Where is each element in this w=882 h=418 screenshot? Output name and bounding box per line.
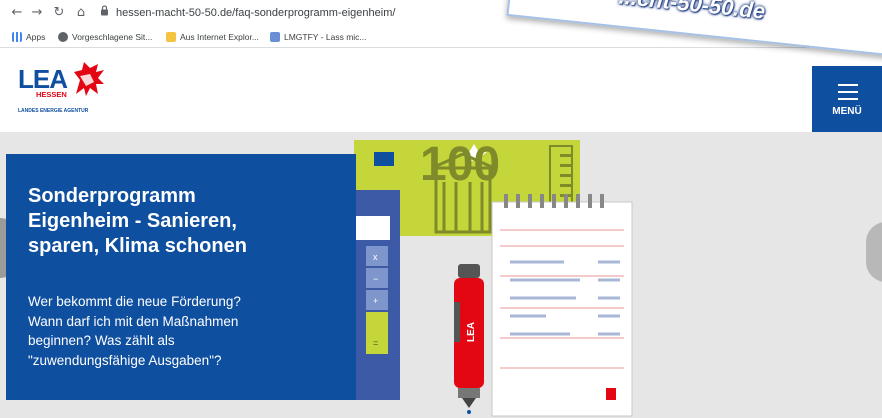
back-icon[interactable]: ← <box>8 4 26 22</box>
hero-description: Wer bekommt die neue Förderung? Wann dar… <box>28 294 241 368</box>
hamburger-icon <box>838 84 858 86</box>
reload-icon[interactable]: ↻ <box>50 4 68 22</box>
logo-tagline: LANDES ENERGIE AGENTUR <box>18 108 89 114</box>
globe-icon <box>58 32 68 42</box>
folder-icon <box>166 32 176 42</box>
lea-logo[interactable]: LEA HESSEN LANDES ENERGIE AGENTUR <box>18 62 118 120</box>
notepad-illustration <box>491 194 633 417</box>
lock-icon <box>101 5 108 16</box>
calc-key-plus: + <box>373 296 378 306</box>
calc-key-equals: = <box>373 338 378 348</box>
address-bar[interactable]: hessen-macht-50-50.de/faq-sonderprogramm… <box>116 4 395 22</box>
calc-key-multiply: x <box>373 252 378 262</box>
bookmark-ie[interactable]: Aus Internet Explor... <box>166 30 259 44</box>
bookmark-label: Vorgeschlagene Sit... <box>72 32 153 42</box>
menu-label: MENÜ <box>832 106 862 117</box>
hero-illustration: 100 x − + = LEA <box>340 138 633 417</box>
hero-title: Sonderprogramm Eigenheim - Sanieren, spa… <box>28 185 247 257</box>
bookmark-apps[interactable]: Apps <box>12 30 45 44</box>
site-header: LEA HESSEN LANDES ENERGIE AGENTUR <box>0 48 882 132</box>
pen-label: LEA <box>466 322 477 342</box>
bookmark-label: Aus Internet Explor... <box>180 32 259 42</box>
bookmark-lmgtfy[interactable]: LMGTFY - Lass mic... <box>270 30 367 44</box>
forward-icon[interactable]: → <box>28 4 46 22</box>
apps-grid-icon <box>12 32 22 42</box>
hero-card: Sonderprogramm Eigenheim - Sanieren, spa… <box>6 154 356 400</box>
slider-next-button[interactable] <box>866 222 882 282</box>
hero-slider: 100 x − + = LEA Sonderprogramm Eigenheim… <box>0 132 882 418</box>
bookmark-label: LMGTFY - Lass mic... <box>284 32 367 42</box>
bookmark-suggested[interactable]: Vorgeschlagene Sit... <box>58 30 152 44</box>
logo-hessen-text: HESSEN <box>36 90 67 99</box>
hamburger-line <box>838 91 858 93</box>
lmgtfy-icon <box>270 32 280 42</box>
lion-icon <box>74 62 104 96</box>
overlay-banner-text: ...cht-50-50.de <box>617 0 767 24</box>
calc-key-minus: − <box>373 274 378 284</box>
home-icon[interactable]: ⌂ <box>72 4 90 22</box>
bookmark-label: Apps <box>26 32 46 42</box>
hamburger-line <box>838 98 858 100</box>
menu-button[interactable]: MENÜ <box>812 66 882 132</box>
banknote-value: 100 <box>420 138 500 191</box>
